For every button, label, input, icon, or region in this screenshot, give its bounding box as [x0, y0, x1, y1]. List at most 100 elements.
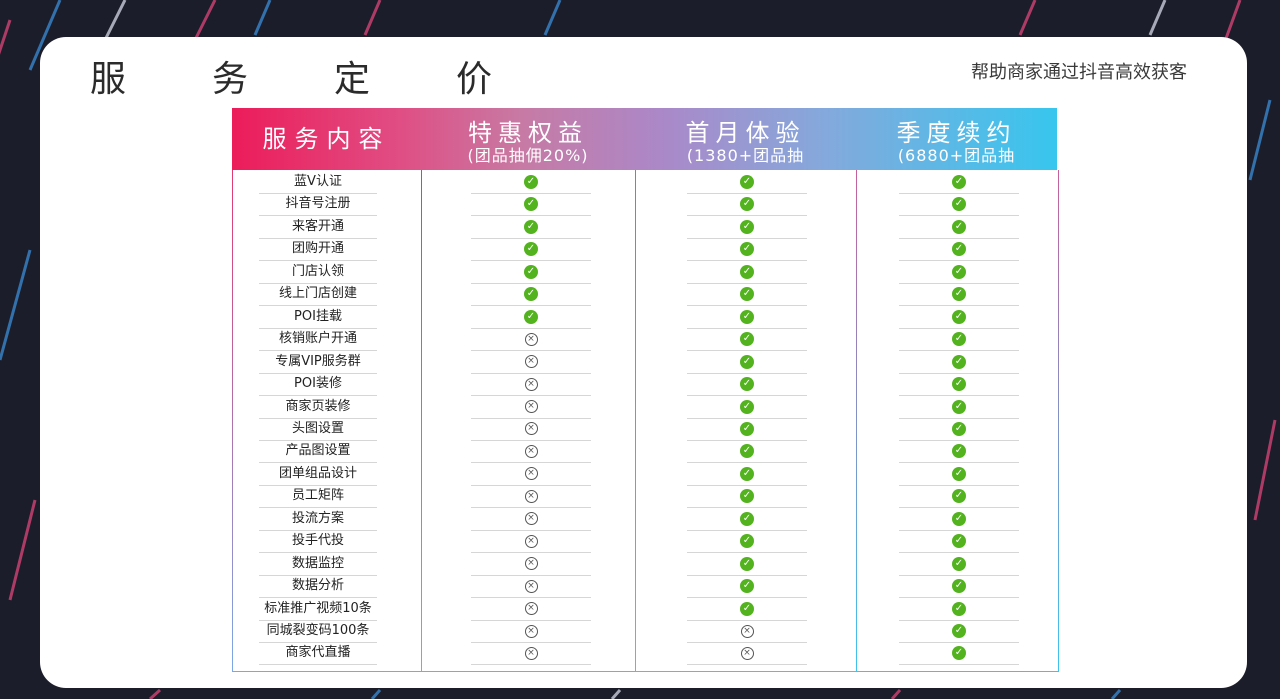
check-icon: ✓ [952, 377, 966, 392]
table-row: 商家代直播 × × ✓ [232, 642, 1057, 666]
service-label: 产品图设置 [259, 440, 377, 464]
cross-icon: × [524, 332, 538, 346]
service-label: 门店认领 [259, 261, 377, 284]
table-cell: × [471, 575, 591, 599]
table-cell: ✓ [899, 620, 1019, 643]
table-cell: ✓ [687, 171, 807, 194]
table-row: POI装修 × ✓ ✓ [232, 373, 1057, 397]
table-cell: ✓ [687, 553, 807, 576]
check-icon: ✓ [740, 489, 754, 504]
table-cell: × [687, 620, 807, 643]
table-row: POI挂载 ✓ ✓ ✓ [232, 306, 1057, 329]
check-icon: ✓ [740, 511, 754, 526]
check-icon: ✓ [952, 556, 966, 571]
table-cell: × [471, 373, 591, 397]
service-label: 标准推广视频10条 [259, 598, 377, 621]
check-icon: ✓ [740, 377, 754, 392]
check-icon: ✓ [952, 197, 966, 212]
table-cell: ✓ [471, 216, 591, 239]
header-subtitle: (团品抽佣20%) [467, 146, 589, 165]
table-cell: ✓ [471, 283, 591, 307]
service-label: 来客开通 [259, 216, 377, 239]
check-icon: ✓ [952, 264, 966, 279]
cross-icon: × [524, 489, 538, 503]
service-label: 数据分析 [259, 575, 377, 599]
check-icon: ✓ [740, 332, 754, 347]
service-label: 投手代投 [259, 530, 377, 554]
service-label: 线上门店创建 [259, 283, 377, 307]
cross-icon: × [524, 534, 538, 548]
cross-icon: × [524, 422, 538, 436]
check-icon: ✓ [740, 264, 754, 279]
table-cell: ✓ [471, 171, 591, 194]
cross-icon: × [524, 400, 538, 413]
check-icon: ✓ [740, 421, 754, 436]
table-header: 服务内容 特惠权益 (团品抽佣20%) 首月体验 (1380+团品抽 季度续约 … [232, 108, 1057, 170]
check-icon: ✓ [952, 309, 966, 324]
table-cell: × [471, 485, 591, 509]
check-icon: ✓ [524, 287, 538, 302]
table-row: 商家页装修 × ✓ ✓ [232, 396, 1057, 419]
check-icon: ✓ [740, 354, 754, 369]
check-icon: ✓ [952, 579, 966, 594]
table-cell: ✓ [687, 351, 807, 374]
check-icon: ✓ [740, 309, 754, 324]
header-title: 服务内容 [262, 125, 391, 153]
check-icon: ✓ [740, 601, 754, 616]
check-icon: ✓ [524, 175, 538, 189]
table-row: 同城裂变码100条 × × ✓ [232, 620, 1057, 643]
check-icon: ✓ [952, 511, 966, 526]
check-icon: ✓ [524, 264, 538, 279]
table-cell: ✓ [899, 171, 1019, 194]
check-icon: ✓ [740, 556, 754, 571]
table-cell: ✓ [471, 193, 591, 217]
table-cell: × [471, 642, 591, 666]
page-title-char: 务 [212, 59, 249, 100]
table-cell: ✓ [687, 373, 807, 397]
table-cell: ✓ [899, 575, 1019, 599]
table-row: 头图设置 × ✓ ✓ [232, 418, 1057, 441]
service-label: POI装修 [259, 373, 377, 397]
table-cell: ✓ [687, 328, 807, 352]
page-title: 服 务 定 价 [90, 50, 578, 102]
table-cell: × [471, 440, 591, 464]
check-icon: ✓ [740, 287, 754, 302]
check-icon: ✓ [740, 466, 754, 481]
cross-icon: × [524, 444, 538, 458]
page-title-char: 价 [456, 59, 493, 100]
table-cell: ✓ [899, 306, 1019, 329]
cross-icon: × [740, 624, 754, 638]
check-icon: ✓ [524, 219, 538, 234]
service-label: 投流方案 [259, 508, 377, 531]
table-cell: × [471, 598, 591, 621]
cross-icon: × [524, 624, 538, 638]
table-cell: ✓ [899, 508, 1019, 531]
check-icon: ✓ [740, 399, 754, 414]
header-cell-quarterly: 季度续约 (6880+团品抽 [856, 108, 1057, 170]
check-icon: ✓ [952, 444, 966, 459]
table-row: 投手代投 × ✓ ✓ [232, 530, 1057, 554]
check-icon: ✓ [952, 332, 966, 347]
page-title-char: 服 [90, 59, 127, 100]
table-cell: ✓ [899, 283, 1019, 307]
table-cell: ✓ [687, 440, 807, 464]
table-row: 来客开通 ✓ ✓ ✓ [232, 216, 1057, 239]
table-cell: ✓ [899, 238, 1019, 262]
check-icon: ✓ [952, 534, 966, 549]
check-icon: ✓ [952, 421, 966, 436]
check-icon: ✓ [952, 175, 966, 189]
table-cell: ✓ [899, 642, 1019, 666]
cross-icon: × [524, 512, 538, 526]
header-cell-services: 服务内容 [232, 108, 421, 170]
service-label: 团购开通 [259, 238, 377, 262]
header-title: 首月体验 [685, 119, 806, 147]
header-cell-first-month: 首月体验 (1380+团品抽 [635, 108, 856, 170]
check-icon: ✓ [740, 219, 754, 234]
check-icon: ✓ [952, 354, 966, 369]
table-cell: × [471, 418, 591, 441]
check-icon: ✓ [740, 197, 754, 212]
table-cell: ✓ [899, 373, 1019, 397]
table-cell: ✓ [687, 508, 807, 531]
check-icon: ✓ [952, 624, 966, 638]
table-cell: ✓ [899, 463, 1019, 486]
